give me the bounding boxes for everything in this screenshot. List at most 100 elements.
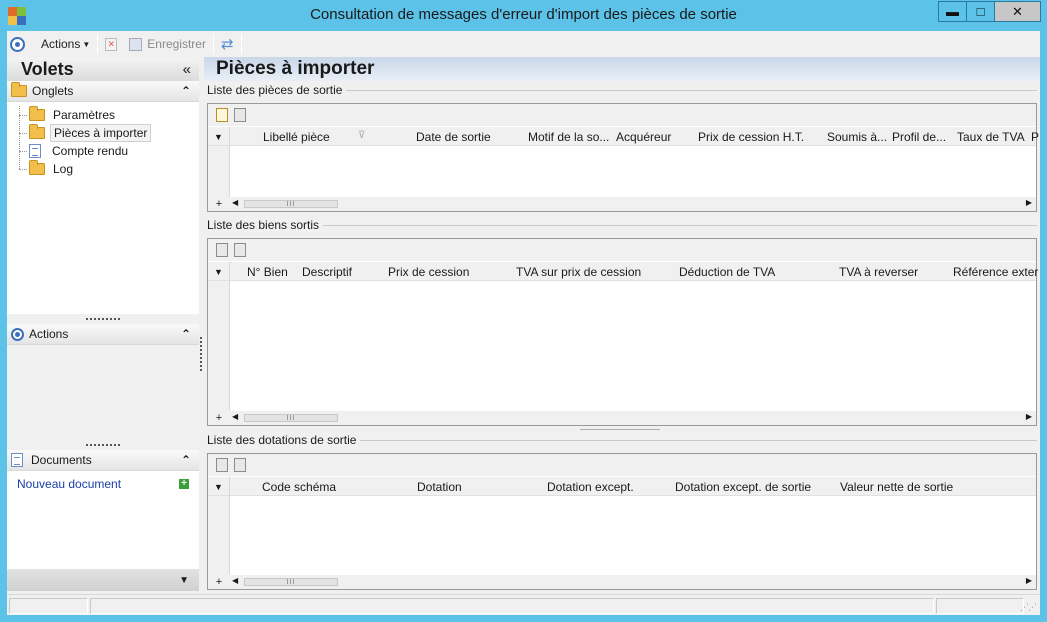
minimize-button[interactable]: ▬ xyxy=(938,1,966,22)
edit-row-icon[interactable] xyxy=(234,108,246,122)
folder-open-icon xyxy=(29,124,45,139)
scrollbar-thumb[interactable]: III xyxy=(244,200,338,208)
column-header[interactable]: TVA sur prix de cession xyxy=(516,265,641,279)
toolbar-separator xyxy=(97,34,99,54)
grid-pieces-de-sortie[interactable]: ▼ Libellé pièce ⊽ Date de sortie Motif d… xyxy=(207,103,1039,212)
actions-menu-button[interactable]: Actions ▼ xyxy=(37,33,94,55)
scroll-right-icon[interactable]: ▶ xyxy=(1026,412,1032,421)
new-row-icon[interactable] xyxy=(216,458,228,472)
horizontal-scrollbar[interactable]: ◀ III ▶ xyxy=(230,411,1036,425)
group-dotations-de-sortie: Liste des dotations de sortie ▼ Code sch… xyxy=(207,433,1037,591)
group-biens-sortis: Liste des biens sortis ▼ N° Bien Descrip… xyxy=(207,218,1038,426)
grid-toolbar xyxy=(208,454,1036,476)
grid-toolbar xyxy=(208,239,1036,261)
column-header[interactable]: Valeur nette de sortie xyxy=(840,480,953,494)
onglets-tree: Paramètres Pièces à importer Compte rend… xyxy=(7,102,199,314)
window-title: Consultation de messages d'erreur d'impo… xyxy=(310,6,737,23)
grid-dotations-de-sortie[interactable]: ▼ Code schéma Dotation Dotation except. … xyxy=(207,453,1037,590)
tree-item-log[interactable]: Log xyxy=(7,160,199,178)
grid-header: ▼ N° Bien Descriptif Prix de cession TVA… xyxy=(208,262,1038,281)
new-row-icon[interactable] xyxy=(216,108,228,122)
folder-icon xyxy=(11,82,27,97)
documents-title: Documents xyxy=(31,453,92,467)
column-header[interactable]: Soumis à... xyxy=(827,130,887,144)
panel-menu-bar[interactable]: ▼ xyxy=(7,569,199,591)
scrollbar-thumb[interactable]: III xyxy=(244,578,338,586)
target-icon-button[interactable] xyxy=(7,33,29,55)
actions-header[interactable]: Actions ⌃ xyxy=(7,324,199,345)
refresh-button[interactable]: ⇄ xyxy=(217,33,238,55)
scroll-left-icon[interactable]: ◀ xyxy=(232,198,238,207)
column-header[interactable]: P xyxy=(1031,130,1039,144)
column-header[interactable]: Motif de la so... xyxy=(528,130,609,144)
group-pieces-de-sortie: Liste des pièces de sortie ▼ Libellé piè… xyxy=(207,83,1039,212)
title-bar[interactable]: Consultation de messages d'erreur d'impo… xyxy=(0,0,1047,31)
scrollbar-thumb[interactable]: III xyxy=(244,414,338,422)
column-header[interactable]: Date de sortie xyxy=(416,130,491,144)
refresh-icon: ⇄ xyxy=(220,36,234,53)
window-controls: ▬ □ ✕ xyxy=(938,1,1041,22)
grid-footer: + ◀ III ▶ xyxy=(208,411,1036,425)
scroll-right-icon[interactable]: ▶ xyxy=(1026,198,1032,207)
add-row-icon[interactable]: + xyxy=(208,198,230,210)
column-header[interactable]: Déduction de TVA xyxy=(679,265,775,279)
save-button[interactable]: Enregistrer xyxy=(125,33,210,55)
column-header[interactable]: Taux de TVA xyxy=(957,130,1025,144)
tree-item-label: Compte rendu xyxy=(52,144,129,158)
client-area: Actions ▼ ✕ Enregistrer ⇄ Volets « Ongle… xyxy=(7,31,1040,615)
edit-row-icon[interactable] xyxy=(234,458,246,472)
close-button[interactable]: ✕ xyxy=(994,1,1041,22)
edit-row-icon[interactable] xyxy=(234,243,246,257)
chevron-up-icon[interactable]: ⌃ xyxy=(181,327,191,341)
grid-footer: + ◀ III ▶ xyxy=(208,575,1036,589)
column-header[interactable]: Code schéma xyxy=(262,480,336,494)
maximize-button[interactable]: □ xyxy=(966,1,994,22)
column-header[interactable]: Dotation except. de sortie xyxy=(675,480,811,494)
new-row-icon[interactable] xyxy=(216,243,228,257)
volets-header: Volets « xyxy=(7,57,199,81)
tree-item-pieces-a-importer[interactable]: Pièces à importer xyxy=(7,124,199,142)
column-header[interactable]: Prix de cession H.T. xyxy=(698,130,804,144)
column-header[interactable]: Profil de... xyxy=(892,130,946,144)
column-header[interactable]: TVA à reverser xyxy=(839,265,918,279)
column-header[interactable]: Prix de cession xyxy=(388,265,469,279)
horizontal-scrollbar[interactable]: ◀ III ▶ xyxy=(230,575,1036,589)
delete-button[interactable]: ✕ xyxy=(101,33,121,55)
chevron-up-icon[interactable]: ⌃ xyxy=(181,453,191,467)
column-header[interactable]: Dotation except. xyxy=(547,480,634,494)
pane-resize-grip[interactable] xyxy=(7,314,199,324)
column-header[interactable]: Descriptif xyxy=(302,265,352,279)
row-header-column xyxy=(208,146,230,198)
tree-item-parametres[interactable]: Paramètres xyxy=(7,106,199,124)
chevron-down-icon[interactable]: ▼ xyxy=(179,575,189,586)
scroll-left-icon[interactable]: ◀ xyxy=(232,412,238,421)
horizontal-scrollbar[interactable]: ◀ III ▶ xyxy=(230,197,1036,211)
column-chooser-icon[interactable]: ▼ xyxy=(208,127,230,146)
pane-resize-grip[interactable] xyxy=(7,440,199,450)
column-chooser-icon[interactable]: ▼ xyxy=(208,477,230,496)
horizontal-splitter[interactable] xyxy=(580,429,660,430)
column-header[interactable]: Libellé pièce xyxy=(263,130,330,144)
column-header[interactable]: Acquéreur xyxy=(616,130,671,144)
new-document-link[interactable]: Nouveau document + xyxy=(17,477,189,491)
column-chooser-icon[interactable]: ▼ xyxy=(208,262,230,281)
column-header[interactable]: N° Bien xyxy=(247,265,288,279)
scroll-right-icon[interactable]: ▶ xyxy=(1026,576,1032,585)
status-cell xyxy=(90,598,934,614)
add-row-icon[interactable]: + xyxy=(208,576,230,588)
actions-body xyxy=(7,345,199,440)
column-header[interactable]: Dotation xyxy=(417,480,462,494)
scroll-left-icon[interactable]: ◀ xyxy=(232,576,238,585)
add-row-icon[interactable]: + xyxy=(208,412,230,424)
grid-biens-sortis[interactable]: ▼ N° Bien Descriptif Prix de cession TVA… xyxy=(207,238,1038,426)
add-document-icon[interactable]: + xyxy=(179,479,189,489)
save-icon xyxy=(129,37,143,51)
onglets-header[interactable]: Onglets ⌃ xyxy=(7,81,199,102)
tree-item-label: Paramètres xyxy=(53,108,116,122)
resize-grip-icon[interactable]: ⋰⋰ xyxy=(1020,602,1037,613)
tree-item-compte-rendu[interactable]: Compte rendu xyxy=(7,142,199,160)
documents-header[interactable]: Documents ⌃ xyxy=(7,450,199,471)
column-header[interactable]: Référence exter xyxy=(953,265,1038,279)
collapse-panel-icon[interactable]: « xyxy=(183,61,191,78)
chevron-up-icon[interactable]: ⌃ xyxy=(181,84,191,98)
